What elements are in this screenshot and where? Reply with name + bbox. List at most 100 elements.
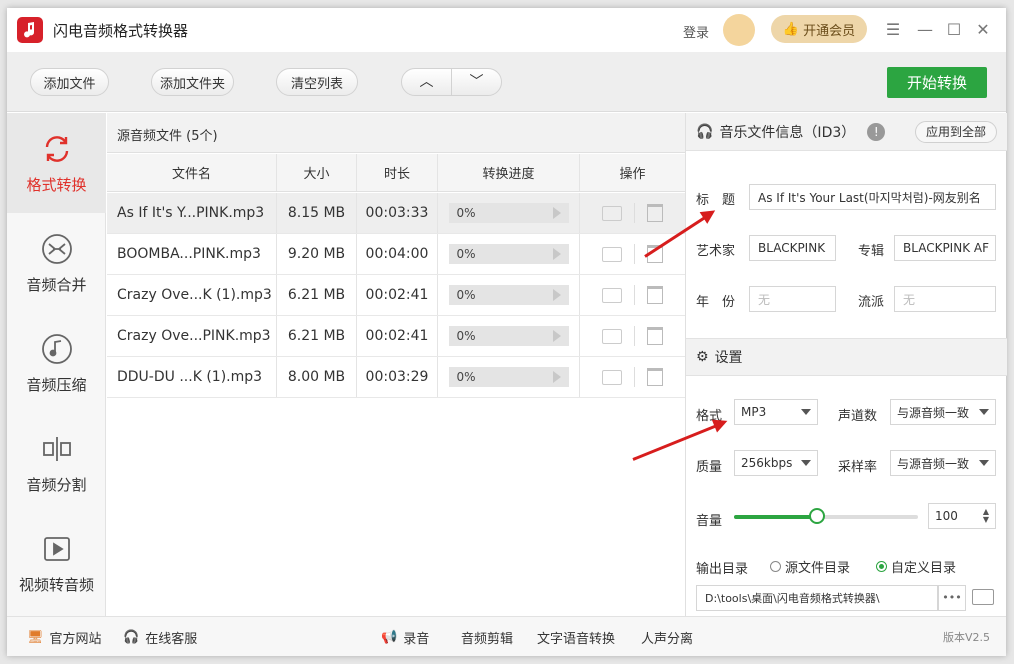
col-actions: 操作	[619, 167, 646, 182]
progress-value: 0%	[456, 247, 476, 261]
play-icon[interactable]	[552, 371, 561, 383]
audio-cut-link[interactable]: 音频剪辑	[461, 617, 513, 657]
radio-unchecked-icon	[770, 561, 781, 572]
folder-icon[interactable]	[602, 246, 622, 262]
file-name: Crazy Ove...PINK.mp3	[107, 316, 277, 356]
info-icon[interactable]: !	[867, 122, 886, 141]
quality-select[interactable]: 256kbps	[734, 450, 818, 476]
quality-label: 质量	[696, 460, 723, 475]
maximize-icon[interactable]: ☐	[944, 20, 964, 40]
headset-icon: 🎧	[123, 629, 140, 645]
play-icon[interactable]	[552, 207, 561, 219]
file-size: 6.21 MB	[277, 275, 357, 315]
title-label: 标 题	[696, 193, 736, 208]
sidebar-item-format-convert[interactable]: 格式转换	[7, 113, 106, 213]
progress-cell: 0%	[438, 275, 580, 315]
genre-label: 流派	[858, 295, 885, 310]
trash-icon[interactable]	[647, 204, 663, 222]
add-file-button[interactable]: 添加文件	[30, 68, 109, 96]
browse-dots-button[interactable]: •••	[938, 585, 966, 611]
file-size: 8.00 MB	[277, 357, 357, 397]
volume-slider-handle[interactable]	[808, 508, 825, 524]
year-field[interactable]: 无	[749, 286, 836, 312]
col-filename: 文件名	[107, 154, 277, 191]
radio-custom-label: 自定义目录	[891, 561, 957, 576]
radio-source-dir[interactable]: 源文件目录	[770, 557, 850, 576]
move-down-icon[interactable]: ﹀	[451, 69, 501, 95]
trash-icon[interactable]	[647, 286, 663, 304]
play-icon[interactable]	[552, 248, 561, 260]
sidebar-label: 音频压缩	[26, 375, 87, 394]
megaphone-icon: 📢	[381, 629, 398, 645]
radio-source-label: 源文件目录	[785, 561, 851, 576]
minimize-icon[interactable]: —	[915, 20, 935, 40]
volume-slider[interactable]	[734, 508, 918, 524]
avatar[interactable]	[723, 14, 755, 46]
progress-value: 0%	[456, 288, 476, 302]
folder-icon[interactable]	[602, 369, 622, 385]
actions-cell	[580, 275, 685, 315]
table-header: 文件名 大小 时长 转换进度 操作	[107, 154, 685, 192]
trash-icon[interactable]	[647, 368, 663, 386]
stepper-arrows-icon[interactable]: ▲ ▼	[983, 508, 989, 524]
login-link[interactable]: 登录	[683, 22, 709, 41]
move-up-icon[interactable]: ︿	[402, 69, 451, 95]
volume-label: 音量	[696, 514, 723, 529]
progress-bar: 0%	[448, 326, 569, 346]
record-link[interactable]: 📢 录音	[381, 617, 429, 657]
vip-button[interactable]: 👍 开通会员	[771, 15, 867, 43]
service-link[interactable]: 🎧 在线客服	[123, 617, 197, 657]
table-row[interactable]: As If It's Y...PINK.mp3 8.15 MB 00:03:33 0%	[107, 193, 685, 234]
table-row[interactable]: BOOMBA...PINK.mp3 9.20 MB 00:04:00 0%	[107, 234, 685, 275]
folder-icon[interactable]	[602, 328, 622, 344]
folder-icon[interactable]	[602, 287, 622, 303]
album-field[interactable]: BLACKPINK AF	[894, 235, 996, 261]
sidebar-item-audio-split[interactable]: 音频分割	[7, 413, 106, 513]
close-icon[interactable]: ✕	[973, 20, 993, 40]
chevron-down-icon	[801, 409, 811, 415]
file-size: 9.20 MB	[277, 234, 357, 274]
play-icon[interactable]	[552, 330, 561, 342]
file-name: DDU-DU ...K (1).mp3	[107, 357, 277, 397]
table-row[interactable]: Crazy Ove...K (1).mp3 6.21 MB 00:02:41 0%	[107, 275, 685, 316]
file-size: 8.15 MB	[277, 193, 357, 233]
bottom-bar: 🖥 官方网站 🎧 在线客服 📢 录音 音频剪辑 文字语音转换 人声分离 版本V2…	[7, 616, 1006, 656]
format-value: MP3	[741, 405, 767, 419]
title-field[interactable]: As If It's Your Last(마지막처럼)-网友别名	[749, 184, 996, 210]
samplerate-value: 与源音频一致	[897, 456, 970, 471]
vocal-split-link[interactable]: 人声分离	[641, 617, 693, 657]
sidebar-item-video-to-audio[interactable]: 视频转音频	[7, 513, 106, 613]
artist-field[interactable]: BLACKPINK	[749, 235, 836, 261]
table-row[interactable]: DDU-DU ...K (1).mp3 8.00 MB 00:03:29 0%	[107, 357, 685, 398]
quality-value: 256kbps	[741, 456, 793, 470]
start-convert-button[interactable]: 开始转换	[887, 67, 987, 98]
channels-select[interactable]: 与源音频一致	[890, 399, 996, 425]
convert-icon	[40, 132, 74, 166]
tts-link[interactable]: 文字语音转换	[537, 617, 615, 657]
sidebar-item-audio-compress[interactable]: 音频压缩	[7, 313, 106, 413]
folder-icon[interactable]	[602, 205, 622, 221]
format-select[interactable]: MP3	[734, 399, 818, 425]
headphones-icon: 🎧	[696, 123, 714, 140]
sidebar-item-audio-merge[interactable]: 音频合并	[7, 213, 106, 313]
genre-field[interactable]: 无	[894, 286, 996, 312]
output-path-field[interactable]: D:\tools\桌面\闪电音频格式转换器\	[696, 585, 938, 611]
trash-icon[interactable]	[647, 327, 663, 345]
menu-icon[interactable]: ☰	[883, 20, 903, 40]
clear-list-button[interactable]: 清空列表	[276, 68, 358, 96]
channels-value: 与源音频一致	[897, 405, 970, 420]
volume-stepper[interactable]: 100 ▲ ▼	[928, 503, 996, 529]
album-label: 专辑	[858, 244, 885, 259]
folder-icon[interactable]	[972, 589, 994, 605]
website-link[interactable]: 🖥 官方网站	[27, 617, 102, 657]
apply-all-button[interactable]: 应用到全部	[914, 121, 997, 143]
file-name: As If It's Y...PINK.mp3	[107, 193, 277, 233]
record-label: 录音	[403, 631, 430, 647]
play-icon[interactable]	[552, 289, 561, 301]
samplerate-select[interactable]: 与源音频一致	[890, 450, 996, 476]
table-row[interactable]: Crazy Ove...PINK.mp3 6.21 MB 00:02:41 0%	[107, 316, 685, 357]
actions-cell	[580, 357, 685, 397]
radio-custom-dir[interactable]: 自定义目录	[876, 557, 956, 576]
app-logo-icon	[17, 17, 43, 43]
add-folder-button[interactable]: 添加文件夹	[151, 68, 234, 96]
